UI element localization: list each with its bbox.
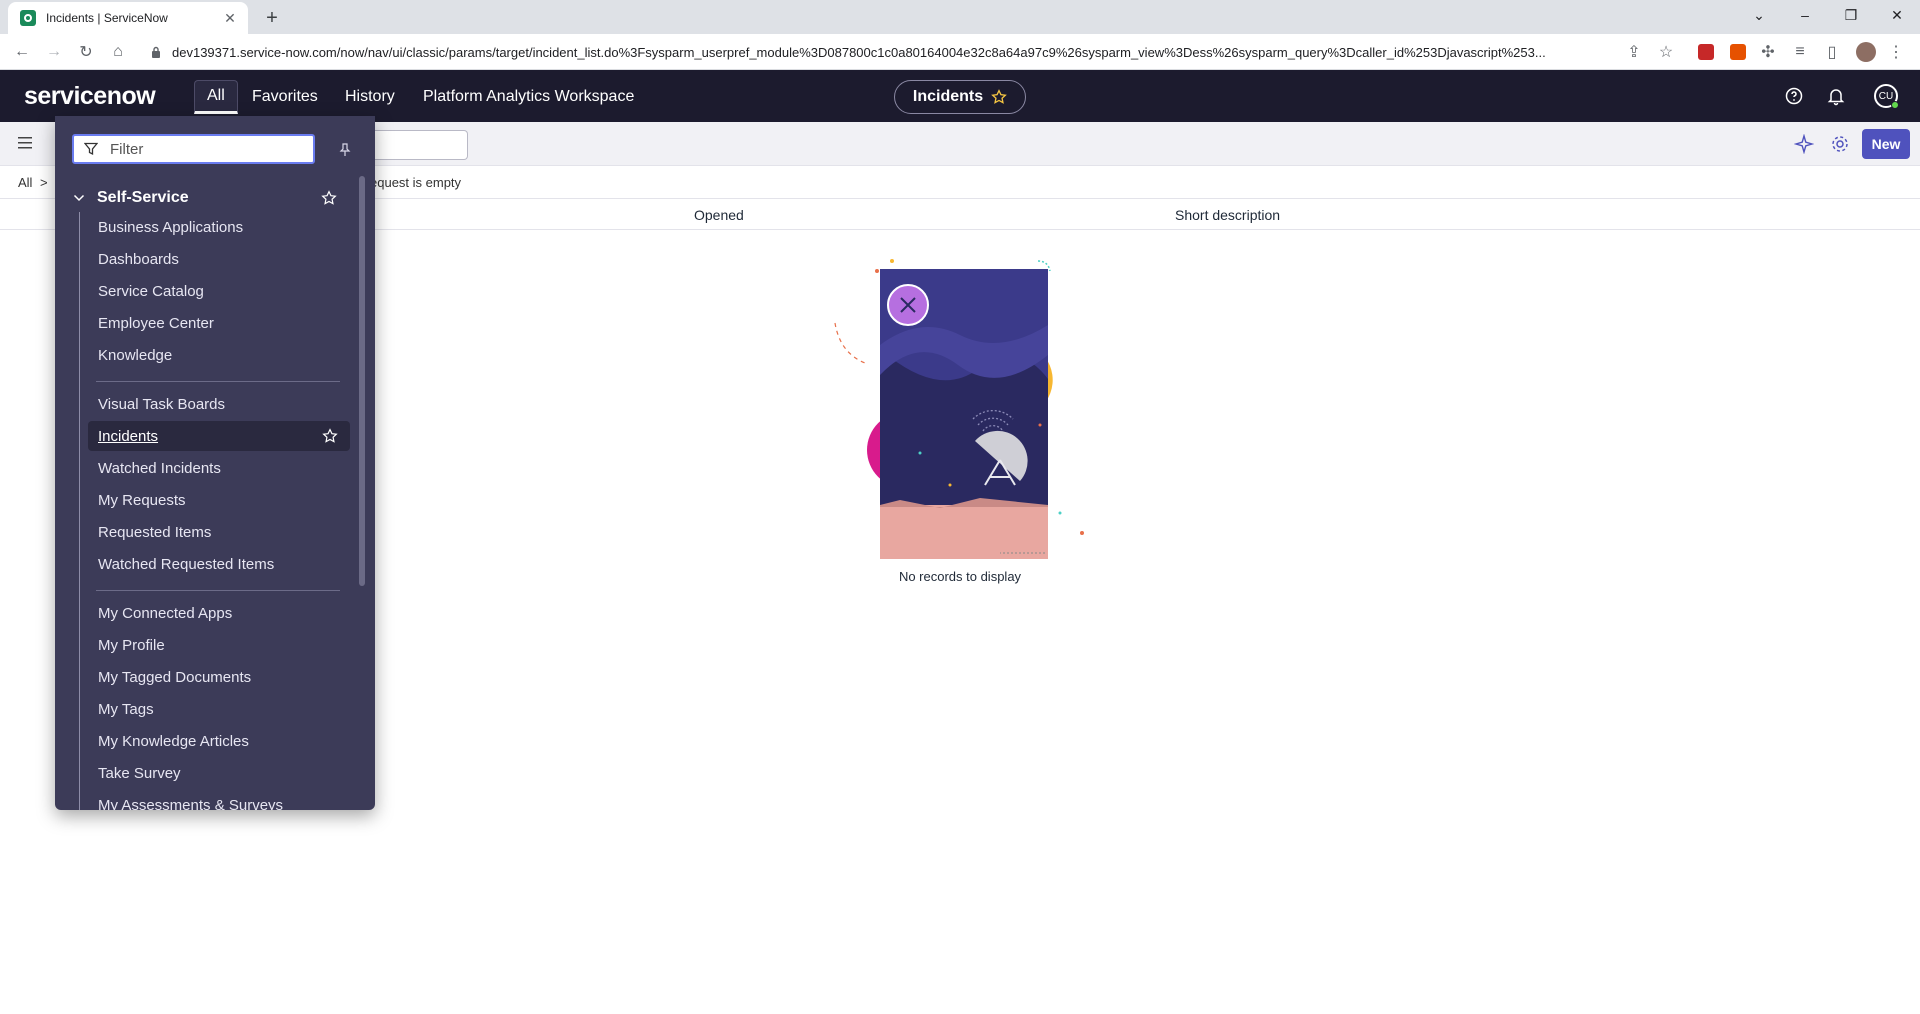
notifications-bell-icon[interactable] xyxy=(1826,86,1846,106)
menu-filter-field[interactable] xyxy=(72,134,315,164)
profile-avatar[interactable] xyxy=(1856,42,1876,62)
forward-icon[interactable]: → xyxy=(42,40,66,64)
close-window-icon[interactable]: ✕ xyxy=(1874,0,1920,30)
column-opened[interactable]: Opened xyxy=(694,207,744,223)
menu-item-my-profile[interactable]: My Profile xyxy=(88,630,350,660)
url-text: dev139371.service-now.com/now/nav/ui/cla… xyxy=(172,44,1546,60)
menu-item-requested-items[interactable]: Requested Items xyxy=(88,517,350,547)
menu-item-my-connected-apps[interactable]: My Connected Apps xyxy=(88,598,350,628)
menu-divider xyxy=(96,590,340,591)
menu-item-knowledge[interactable]: Knowledge xyxy=(88,340,350,370)
menu-divider xyxy=(96,381,340,382)
menu-item-my-knowledge-articles[interactable]: My Knowledge Articles xyxy=(88,726,350,756)
nav-all[interactable]: All xyxy=(194,80,238,114)
tab-close-icon[interactable]: ✕ xyxy=(222,10,238,26)
breadcrumb-condition[interactable]: equest is empty xyxy=(370,175,461,190)
address-bar[interactable]: dev139371.service-now.com/now/nav/ui/cla… xyxy=(140,38,1650,66)
menu-item-my-tags[interactable]: My Tags xyxy=(88,694,350,724)
extension-icon[interactable] xyxy=(1698,44,1714,60)
empty-message: No records to display xyxy=(898,569,1022,584)
nav-history[interactable]: History xyxy=(333,80,407,114)
favorite-star-icon[interactable] xyxy=(991,89,1007,105)
breadcrumb-separator: > xyxy=(40,175,48,190)
home-icon[interactable]: ⌂ xyxy=(106,40,130,64)
media-icon[interactable]: ≡ xyxy=(1788,40,1812,64)
nav-favorites[interactable]: Favorites xyxy=(240,80,330,114)
favorite-star-icon[interactable] xyxy=(322,428,338,444)
menu-item-employee-center[interactable]: Employee Center xyxy=(88,308,350,338)
gear-icon[interactable] xyxy=(1830,134,1850,154)
presence-indicator xyxy=(1891,101,1899,109)
menu-item-watched-incidents[interactable]: Watched Incidents xyxy=(88,453,350,483)
user-avatar[interactable]: CU xyxy=(1874,84,1899,109)
menu-item-take-survey[interactable]: Take Survey xyxy=(88,758,350,788)
menu-item-business-applications[interactable]: Business Applications xyxy=(88,212,350,242)
extensions-puzzle-icon[interactable]: ✣ xyxy=(1756,40,1780,64)
chevron-down-icon xyxy=(73,194,85,202)
menu-filter-row xyxy=(55,116,375,180)
tab-title: Incidents | ServiceNow xyxy=(46,11,168,25)
new-tab-icon[interactable]: + xyxy=(260,6,284,30)
menu-item-my-tagged-documents[interactable]: My Tagged Documents xyxy=(88,662,350,692)
share-icon[interactable]: ⇪ xyxy=(1622,40,1646,64)
favorite-star-icon[interactable] xyxy=(321,190,337,206)
context-pill-label: Incidents xyxy=(912,88,984,105)
menu-item-visual-task-boards[interactable]: Visual Task Boards xyxy=(88,389,350,419)
menu-section-label: Self-Service xyxy=(97,189,189,206)
list-menu-icon[interactable] xyxy=(18,136,34,150)
menu-section-self-service[interactable]: Self-Service xyxy=(55,184,355,212)
back-icon[interactable]: ← xyxy=(10,40,34,64)
context-pill[interactable]: Incidents xyxy=(894,80,1026,114)
column-short-description[interactable]: Short description xyxy=(1175,207,1280,223)
breadcrumb-all[interactable]: All xyxy=(18,175,32,190)
menu-item-label: Incidents xyxy=(98,427,159,445)
browser-toolbar: ← → ↻ ⌂ dev139371.service-now.com/now/na… xyxy=(0,34,1920,70)
filter-funnel-icon xyxy=(84,142,98,156)
list-search-input[interactable] xyxy=(370,130,468,160)
tab-search-icon[interactable]: ⌄ xyxy=(1736,0,1782,30)
servicenow-favicon-icon xyxy=(20,10,36,26)
menu-item-watched-requested-items[interactable]: Watched Requested Items xyxy=(88,549,350,579)
empty-state-illustration xyxy=(834,259,1084,559)
servicenow-header: servicenow All Favorites History Platfor… xyxy=(0,70,1920,122)
browser-tab[interactable]: Incidents | ServiceNow ✕ xyxy=(8,2,248,34)
menu-item-incidents[interactable]: Incidents xyxy=(88,421,350,451)
restore-icon[interactable]: ❐ xyxy=(1828,0,1874,30)
chrome-menu-icon[interactable]: ⋮ xyxy=(1884,40,1908,64)
menu-filter-input[interactable] xyxy=(110,140,290,158)
lock-icon xyxy=(152,46,160,58)
servicenow-logo[interactable]: servicenow xyxy=(24,82,156,111)
reload-icon[interactable]: ↻ xyxy=(74,40,98,64)
user-initials: CU xyxy=(1878,90,1894,102)
pin-menu-icon[interactable] xyxy=(338,143,352,157)
menu-item-dashboards[interactable]: Dashboards xyxy=(88,244,350,274)
bookmark-star-icon[interactable]: ☆ xyxy=(1654,40,1678,64)
sparkle-icon[interactable] xyxy=(1794,134,1814,154)
nav-platform-analytics-workspace[interactable]: Platform Analytics Workspace xyxy=(411,80,646,114)
extension-icon[interactable] xyxy=(1730,44,1746,60)
new-button[interactable]: New xyxy=(1862,129,1910,159)
help-icon[interactable] xyxy=(1784,86,1804,106)
logo-text: servicenow xyxy=(24,82,156,110)
browser-tabstrip: Incidents | ServiceNow ✕ + ⌄ – ❐ ✕ xyxy=(0,0,1920,34)
menu-scrollbar[interactable] xyxy=(359,176,365,586)
menu-item-my-assessments-surveys[interactable]: My Assessments & Surveys xyxy=(88,790,350,811)
menu-item-my-requests[interactable]: My Requests xyxy=(88,485,350,515)
menu-tree-rail xyxy=(79,212,80,810)
menu-item-service-catalog[interactable]: Service Catalog xyxy=(88,276,350,306)
side-panel-icon[interactable]: ▯ xyxy=(1820,40,1844,64)
minimize-icon[interactable]: – xyxy=(1782,0,1828,30)
all-menu-panel: Self-Service Business Applications Dashb… xyxy=(55,116,375,810)
